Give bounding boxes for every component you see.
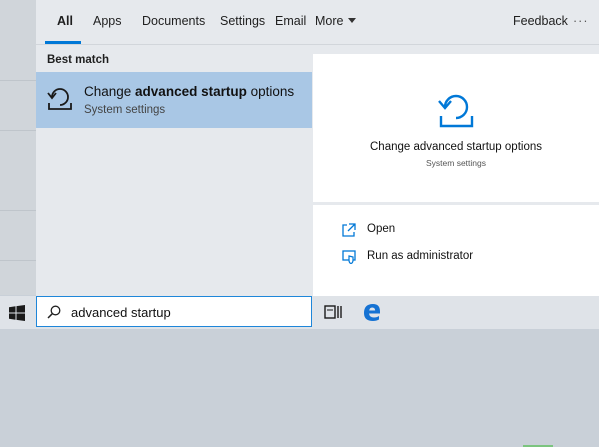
taskbar: advanced startup [0, 296, 599, 329]
preview-subtitle: System settings [426, 158, 486, 168]
tab-all[interactable]: All [57, 14, 73, 28]
preview-pane: Change advanced startup options System s… [313, 54, 599, 447]
tab-documents[interactable]: Documents [142, 14, 205, 28]
best-match-title: Change advanced startup options [84, 84, 294, 99]
tab-apps[interactable]: Apps [93, 14, 122, 28]
tab-more[interactable]: More [315, 14, 357, 28]
search-icon [47, 305, 61, 319]
edge-icon[interactable] [362, 302, 382, 322]
best-match-result[interactable]: Change advanced startup options System s… [36, 72, 312, 128]
tab-settings[interactable]: Settings [220, 14, 265, 28]
desktop-edge [0, 0, 36, 295]
preview-title: Change advanced startup options [370, 141, 542, 153]
search-input[interactable]: advanced startup [71, 305, 171, 320]
windows-logo-icon[interactable] [9, 305, 25, 321]
action-list: Open Run as administrator [313, 205, 599, 447]
recovery-startup-icon [47, 88, 72, 110]
best-match-subtitle: System settings [84, 104, 166, 116]
recovery-startup-icon [438, 94, 474, 128]
feedback-link[interactable]: Feedback [513, 14, 568, 28]
run-as-admin-action[interactable]: Run as administrator [313, 244, 599, 270]
best-match-heading: Best match [47, 54, 109, 66]
search-tabs: All Apps Documents Settings Email More F… [36, 0, 599, 44]
tab-more-label: More [315, 14, 344, 28]
search-panel: All Apps Documents Settings Email More F… [36, 0, 599, 447]
chevron-down-icon [348, 18, 357, 23]
task-view-icon[interactable] [324, 304, 342, 320]
title-highlight: advanced startup [135, 84, 247, 99]
title-suffix: options [246, 84, 295, 99]
tab-email[interactable]: Email [275, 14, 306, 28]
taskbar-search-box[interactable]: advanced startup [36, 296, 312, 327]
run-as-admin-label: Run as administrator [367, 250, 474, 262]
open-icon [342, 223, 356, 237]
run-as-admin-icon [342, 250, 356, 264]
open-label: Open [367, 223, 396, 235]
preview-card: Change advanced startup options System s… [313, 54, 599, 202]
title-prefix: Change [84, 84, 136, 99]
results-list: Best match Change advanced startup optio… [36, 45, 312, 296]
open-action[interactable]: Open [313, 217, 599, 243]
more-options-button[interactable]: ··· [573, 14, 589, 28]
